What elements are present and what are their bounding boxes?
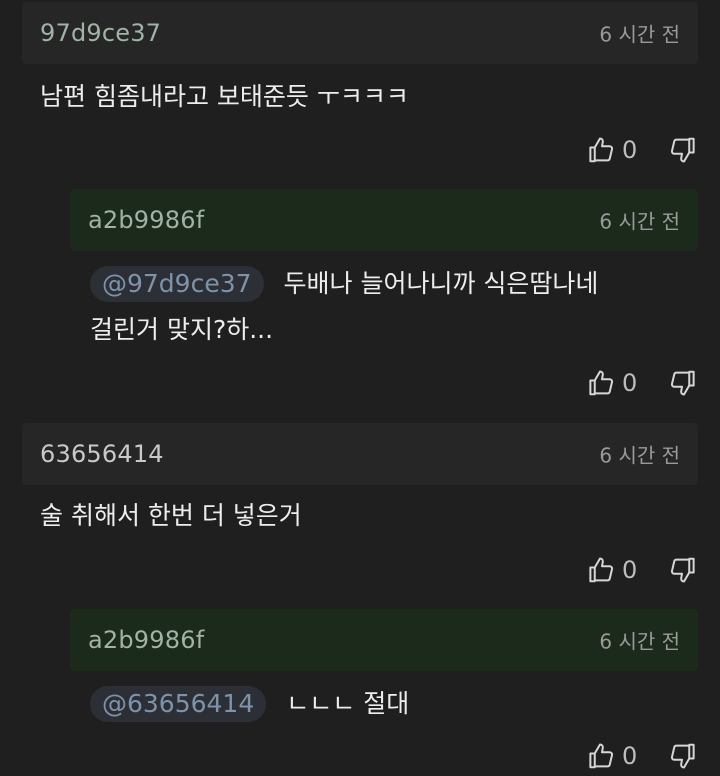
comment-actions: 0 <box>586 550 698 590</box>
thumbs-up-icon <box>586 135 616 165</box>
reply-author[interactable]: a2b9986f <box>88 626 204 654</box>
comment-text: 술 취해서 한번 더 넣은거 <box>40 494 302 538</box>
thumbs-down-icon <box>668 135 698 165</box>
reply-actions: 0 <box>586 736 698 776</box>
comment-author[interactable]: 97d9ce37 <box>40 19 161 47</box>
thumbs-down-icon <box>668 741 698 771</box>
thumbs-up-icon <box>586 555 616 585</box>
reply-text-line1: 두배나 늘어나니까 식은땀나네 <box>283 269 599 298</box>
comment-text-content: 남편 힘좀내라고 보태준듯 ㅜㅋㅋㅋ <box>40 82 409 111</box>
thumbs-up-icon <box>586 368 616 398</box>
like-count: 0 <box>622 742 638 770</box>
comment-timestamp: 6 시간 전 <box>599 22 680 47</box>
reply-header: a2b9986f 6 시간 전 <box>70 189 698 251</box>
like-button[interactable]: 0 <box>586 741 640 771</box>
reply-timestamp: 6 시간 전 <box>599 629 680 654</box>
like-count: 0 <box>622 136 638 164</box>
thumbs-up-icon <box>586 741 616 771</box>
reply-author[interactable]: a2b9986f <box>88 206 204 234</box>
reply-text: @63656414 ㄴㄴㄴ 절대 <box>90 682 409 726</box>
dislike-button[interactable] <box>668 555 698 585</box>
reply-timestamp: 6 시간 전 <box>599 209 680 234</box>
dislike-button[interactable] <box>668 135 698 165</box>
like-count: 0 <box>622 369 638 397</box>
like-button[interactable]: 0 <box>586 135 640 165</box>
comment-author[interactable]: 63656414 <box>40 440 164 468</box>
mention-chip[interactable]: @63656414 <box>90 686 267 722</box>
thumbs-down-icon <box>668 555 698 585</box>
reply-text-line2: 걸린거 맞지?하... <box>90 315 274 344</box>
comment-header: 97d9ce37 6 시간 전 <box>22 2 698 64</box>
reply-text: @97d9ce37 두배나 늘어나니까 식은땀나네 <box>90 262 598 306</box>
dislike-button[interactable] <box>668 368 698 398</box>
mention-chip[interactable]: @97d9ce37 <box>90 266 264 302</box>
comment-text: 남편 힘좀내라고 보태준듯 ㅜㅋㅋㅋ <box>40 75 409 119</box>
reply-text-continued: 걸린거 맞지?하... <box>90 308 273 352</box>
comment-header: 63656414 6 시간 전 <box>22 423 698 485</box>
like-button[interactable]: 0 <box>586 555 640 585</box>
dislike-button[interactable] <box>668 741 698 771</box>
comment-text-content: 술 취해서 한번 더 넣은거 <box>40 501 302 530</box>
like-button[interactable]: 0 <box>586 368 640 398</box>
like-count: 0 <box>622 556 638 584</box>
reply-header: a2b9986f 6 시간 전 <box>70 609 698 671</box>
comment-timestamp: 6 시간 전 <box>599 443 680 468</box>
reply-actions: 0 <box>586 363 698 403</box>
comment-actions: 0 <box>586 130 698 170</box>
thumbs-down-icon <box>668 368 698 398</box>
reply-text-content: ㄴㄴㄴ 절대 <box>286 689 410 718</box>
